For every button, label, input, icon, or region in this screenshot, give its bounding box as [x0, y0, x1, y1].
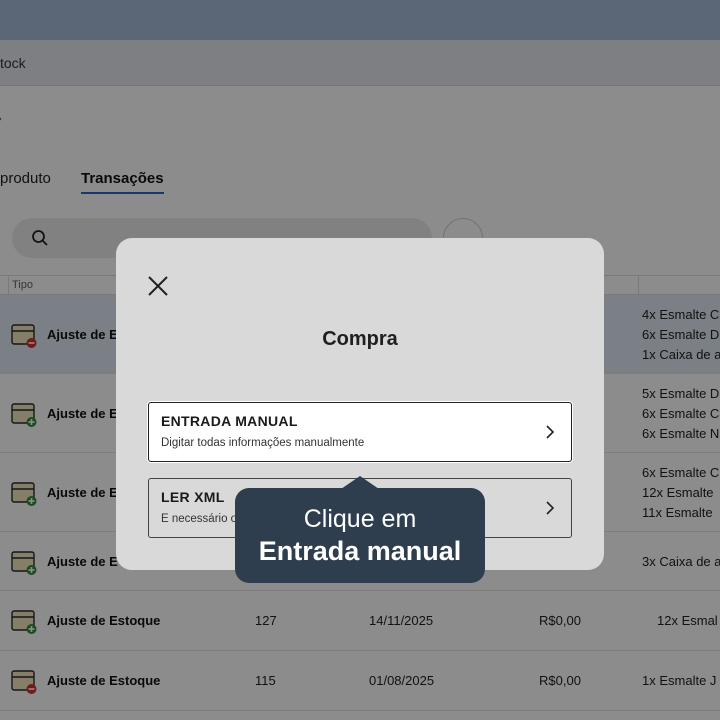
option-description: É necessário o	[161, 513, 238, 525]
chevron-right-icon	[546, 501, 555, 515]
modal-title: Compra	[322, 328, 398, 350]
close-icon[interactable]	[147, 275, 169, 297]
tooltip-line-2: Entrada manual	[258, 536, 462, 566]
guide-tooltip: Clique em Entrada manual	[235, 476, 485, 583]
tooltip-line-1: Clique em	[303, 505, 417, 533]
option-description: Digitar todas informações manualmente	[161, 437, 365, 449]
option-entrada-manual[interactable]: ENTRADA MANUAL Digitar todas informações…	[148, 402, 572, 462]
chevron-right-icon	[546, 425, 555, 439]
option-title: ENTRADA MANUAL	[161, 413, 298, 429]
option-title: LER XML	[161, 489, 225, 505]
